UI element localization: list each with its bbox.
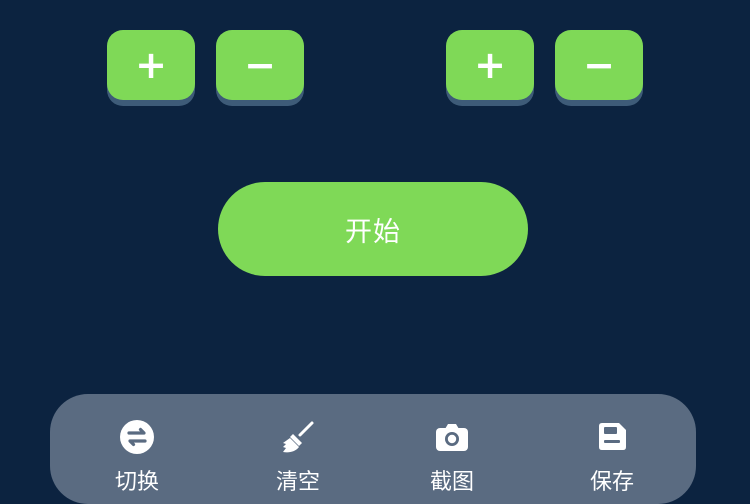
start-button[interactable]: 开始	[218, 182, 528, 276]
right-plus-button[interactable]: +	[446, 30, 534, 100]
right-minus-button[interactable]: −	[555, 30, 643, 100]
toolbar-item-label: 截图	[429, 470, 474, 495]
swap-icon	[118, 420, 156, 454]
toolbar-item-label: 保存	[589, 470, 634, 495]
left-minus-button[interactable]: −	[216, 30, 304, 100]
toolbar-item-label: 清空	[275, 470, 320, 495]
toolbar-item-clear[interactable]: 清空	[243, 394, 353, 504]
broom-icon	[279, 420, 317, 454]
toolbar-item-save[interactable]: 保存	[557, 394, 667, 504]
toolbar-item-screenshot[interactable]: 截图	[397, 394, 507, 504]
save-icon	[593, 420, 631, 454]
camera-icon	[433, 420, 471, 454]
left-plus-button[interactable]: +	[107, 30, 195, 100]
toolbar-item-label: 切换	[114, 470, 159, 495]
toolbar-item-switch[interactable]: 切换	[82, 394, 192, 504]
bottom-toolbar: 切换 清空 截图 保存	[50, 394, 696, 504]
